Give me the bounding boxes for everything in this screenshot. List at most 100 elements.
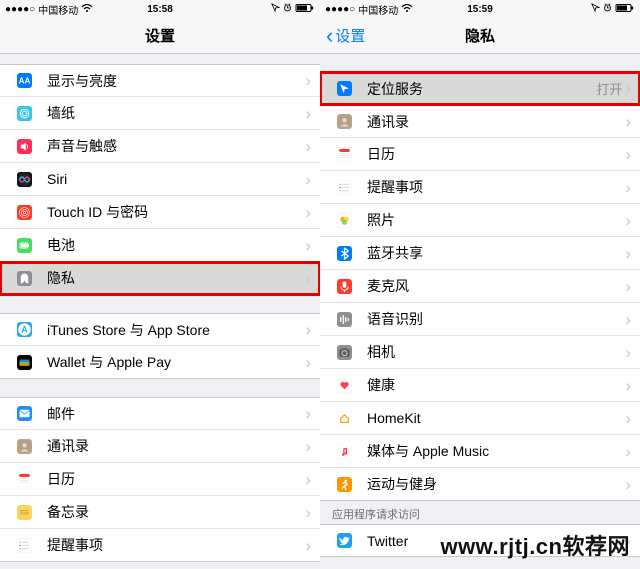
nav-title: 设置 (145, 25, 175, 46)
row-label: Siri (47, 171, 305, 187)
battery-icon (615, 3, 635, 16)
settings-row-mic[interactable]: 麦克风 › (320, 270, 640, 303)
settings-row-speech[interactable]: 语音识别 › (320, 303, 640, 336)
row-label: 相机 (367, 342, 625, 362)
chevron-right-icon: › (305, 270, 311, 287)
row-label: 显示与亮度 (47, 71, 305, 91)
mic-icon (332, 274, 356, 298)
row-label: 健康 (367, 375, 625, 395)
siri-icon (12, 167, 36, 191)
watermark: www.rjtj.cn软荐网 (440, 529, 630, 561)
settings-row-motion[interactable]: 运动与健身 › (320, 468, 640, 501)
settings-row-health[interactable]: 健康 › (320, 369, 640, 402)
settings-row-calendar[interactable]: 日历 › (0, 463, 320, 496)
settings-row-music[interactable]: 媒体与 Apple Music › (320, 435, 640, 468)
wallet-icon (12, 350, 36, 374)
settings-row-touchid[interactable]: Touch ID 与密码 › (0, 196, 320, 229)
settings-row-mail[interactable]: 邮件 › (0, 397, 320, 430)
row-label: 麦克风 (367, 276, 625, 296)
row-label: 邮件 (47, 404, 305, 424)
settings-row-siri[interactable]: Siri › (0, 163, 320, 196)
chevron-right-icon: › (625, 179, 631, 196)
chevron-right-icon: › (305, 405, 311, 422)
display-icon: AA (12, 69, 36, 93)
alarm-icon (603, 3, 612, 15)
signal-dots: ●●●●○ (325, 4, 355, 15)
status-bar: ●●●●○ 中国移动 15:59 (320, 0, 640, 18)
row-label: 提醒事项 (47, 535, 305, 555)
privacy-screen: ●●●●○ 中国移动 15:59 ‹ 设置 隐私 定位服务 打开 › 通讯录 ›… (320, 0, 640, 569)
row-label: 媒体与 Apple Music (367, 441, 625, 461)
settings-row-appstore[interactable]: A iTunes Store 与 App Store › (0, 313, 320, 346)
contacts-icon (12, 434, 36, 458)
row-label: 电池 (47, 235, 305, 255)
mail-icon (12, 402, 36, 426)
settings-row-bluetooth[interactable]: 蓝牙共享 › (320, 237, 640, 270)
battery-icon (295, 3, 315, 16)
homekit-icon (332, 406, 356, 430)
nav-bar: ‹ 设置 隐私 (320, 18, 640, 54)
chevron-right-icon: › (625, 377, 631, 394)
settings-row-notes[interactable]: 备忘录 › (0, 496, 320, 529)
chevron-left-icon: ‹ (326, 28, 333, 43)
content-scroll[interactable]: AA 显示与亮度 › 墙纸 › 声音与触感 › Siri › Touch ID … (0, 54, 320, 569)
chevron-right-icon: › (305, 537, 311, 554)
row-label: Touch ID 与密码 (47, 202, 305, 222)
settings-row-reminders[interactable]: 提醒事项 › (320, 171, 640, 204)
chevron-right-icon: › (625, 311, 631, 328)
settings-row-privacy[interactable]: 隐私 › (0, 262, 320, 295)
location-status-icon (591, 3, 600, 15)
chevron-right-icon: › (305, 354, 311, 371)
chevron-right-icon: › (305, 438, 311, 455)
settings-row-calendar[interactable]: 日历 › (320, 138, 640, 171)
notes-icon (12, 500, 36, 524)
chevron-right-icon: › (305, 504, 311, 521)
settings-row-contacts[interactable]: 通讯录 › (320, 105, 640, 138)
contacts-icon (332, 110, 356, 134)
row-label: 日历 (47, 469, 305, 489)
svg-text:AA: AA (18, 77, 30, 86)
wallpaper-icon (12, 101, 36, 125)
chevron-right-icon: › (305, 105, 311, 122)
settings-row-location[interactable]: 定位服务 打开 › (320, 72, 640, 105)
alarm-icon (283, 3, 292, 15)
motion-icon (332, 472, 356, 496)
back-button[interactable]: ‹ 设置 (326, 25, 365, 46)
row-label: 通讯录 (367, 112, 625, 132)
wifi-icon (81, 3, 93, 16)
reminders-icon (332, 175, 356, 199)
settings-row-photos[interactable]: 照片 › (320, 204, 640, 237)
settings-row-display[interactable]: AA 显示与亮度 › (0, 64, 320, 97)
settings-row-wallpaper[interactable]: 墙纸 › (0, 97, 320, 130)
status-time: 15:58 (147, 4, 173, 15)
camera-icon (332, 340, 356, 364)
photos-icon (332, 208, 356, 232)
settings-row-homekit[interactable]: HomeKit › (320, 402, 640, 435)
settings-row-reminders[interactable]: 提醒事项 › (0, 529, 320, 562)
chevron-right-icon: › (305, 138, 311, 155)
settings-group: 邮件 › 通讯录 › 日历 › 备忘录 › 提醒事项 › (0, 397, 320, 562)
settings-row-sound[interactable]: 声音与触感 › (0, 130, 320, 163)
row-label: 蓝牙共享 (367, 243, 625, 263)
calendar-icon (12, 467, 36, 491)
chevron-right-icon: › (625, 146, 631, 163)
settings-group: 通讯录 › 日历 › 提醒事项 › 照片 › 蓝牙共享 › 麦克风 › 语音识别… (320, 105, 640, 501)
settings-row-contacts[interactable]: 通讯录 › (0, 430, 320, 463)
settings-row-camera[interactable]: 相机 › (320, 336, 640, 369)
settings-group: 定位服务 打开 › (320, 72, 640, 105)
row-label: 语音识别 (367, 309, 625, 329)
sound-icon (12, 134, 36, 158)
content-scroll[interactable]: 定位服务 打开 › 通讯录 › 日历 › 提醒事项 › 照片 › 蓝牙共享 › … (320, 54, 640, 569)
row-label: HomeKit (367, 410, 625, 426)
chevron-right-icon: › (305, 237, 311, 254)
calendar-icon (332, 142, 356, 166)
chevron-right-icon: › (305, 204, 311, 221)
chevron-right-icon: › (625, 113, 631, 130)
settings-row-battery[interactable]: 电池 › (0, 229, 320, 262)
row-label: iTunes Store 与 App Store (47, 320, 305, 340)
row-label: 备忘录 (47, 502, 305, 522)
settings-row-wallet[interactable]: Wallet 与 Apple Pay › (0, 346, 320, 379)
chevron-right-icon: › (305, 171, 311, 188)
chevron-right-icon: › (305, 72, 311, 89)
battery-icon (12, 233, 36, 257)
